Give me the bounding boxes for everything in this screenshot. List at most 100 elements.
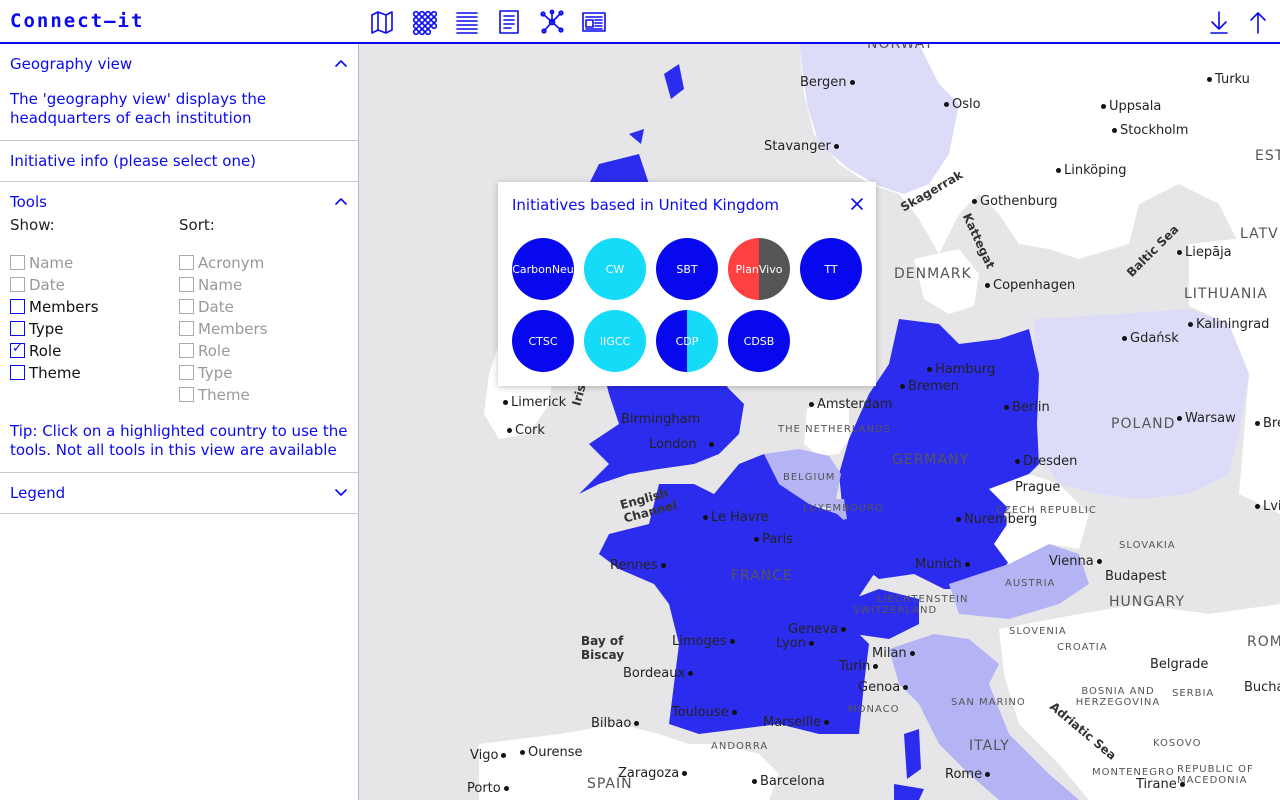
city-label: Zaragoza — [618, 766, 690, 781]
show-option[interactable]: ✓ Role — [10, 341, 61, 362]
download-icon[interactable] — [1206, 9, 1232, 35]
checkbox[interactable]: ✓ — [10, 341, 25, 358]
sort-option[interactable]: Members — [179, 320, 268, 340]
initiative-bubble[interactable]: IIGCC — [584, 310, 646, 372]
initiative-bubble[interactable]: CTSC — [512, 310, 574, 372]
city-label: Vigo — [470, 748, 509, 763]
chevron-up-icon[interactable] — [334, 56, 348, 70]
sort-option[interactable]: Theme — [179, 386, 250, 406]
country-label: SWITZERLAND — [853, 605, 938, 616]
initiative-section: Initiative info (please select one) — [0, 141, 358, 182]
country-label: EST — [1255, 148, 1280, 164]
initiative-bubble[interactable]: CDP — [656, 310, 718, 372]
checkbox[interactable] — [10, 321, 25, 336]
country-label: NORWAY — [867, 44, 934, 52]
checkbox[interactable] — [179, 277, 194, 292]
tools-body: Show: Sort: Name Date Members Type ✓ Role… — [0, 216, 358, 472]
geography-section: Geography view The 'geography view' disp… — [0, 44, 358, 141]
checkbox[interactable] — [10, 299, 25, 314]
checkbox[interactable] — [179, 343, 194, 358]
country-label: ROMA — [1247, 634, 1280, 650]
document-icon[interactable] — [496, 9, 522, 35]
sort-option[interactable]: Acronym — [179, 254, 264, 274]
city-label: Vienna — [1049, 554, 1105, 569]
sidebar: Geography view The 'geography view' disp… — [0, 44, 359, 800]
country-label: DENMARK — [894, 266, 972, 282]
city-label: Bilbao — [591, 716, 642, 731]
city-label: Ourense — [517, 745, 583, 760]
checkbox[interactable] — [179, 299, 194, 314]
sort-option[interactable]: Name — [179, 276, 242, 296]
city-label: Turku — [1204, 72, 1250, 87]
show-option[interactable]: Members — [10, 298, 99, 318]
newspaper-icon[interactable] — [581, 9, 607, 35]
checkbox[interactable] — [10, 277, 25, 292]
chevron-up-icon[interactable] — [334, 194, 348, 208]
checkbox[interactable] — [10, 365, 25, 380]
checkbox[interactable] — [179, 365, 194, 380]
sort-option[interactable]: Date — [179, 298, 234, 318]
popup-title: Initiatives based in United Kingdom — [512, 196, 779, 214]
map-icon[interactable] — [369, 9, 395, 35]
country-label: GERMANY — [892, 452, 970, 468]
legend-section: Legend — [0, 473, 358, 514]
bubble-label: PlanVivo — [735, 262, 783, 276]
geography-header[interactable]: Geography view — [0, 44, 358, 84]
initiative-bubble[interactable]: CDSB — [728, 310, 790, 372]
city-label: Berlin — [1001, 400, 1050, 415]
country-label: SLOVENIA — [1009, 626, 1067, 637]
city-label: Amsterdam — [806, 397, 892, 412]
city-label: Belgrade — [1150, 657, 1209, 672]
initiative-header[interactable]: Initiative info (please select one) — [0, 141, 358, 181]
network-icon[interactable] — [539, 9, 565, 35]
upload-icon[interactable] — [1245, 9, 1271, 35]
city-label: Lyon — [776, 636, 817, 651]
close-icon[interactable] — [850, 196, 864, 210]
show-option[interactable]: Type — [10, 320, 63, 340]
tools-tip: Tip: Click on a highlighted country to u… — [10, 422, 348, 459]
list-icon[interactable] — [454, 9, 480, 35]
sort-option[interactable]: Type — [179, 364, 232, 384]
country-label: LITHUANIA — [1184, 286, 1269, 302]
city-label: Uppsala — [1098, 99, 1161, 114]
show-option[interactable]: Date — [10, 276, 65, 296]
city-label: Budapest — [1105, 569, 1167, 584]
checkbox[interactable] — [179, 321, 194, 336]
city-label: Limoges — [672, 634, 738, 649]
city-label: Brest — [1252, 416, 1280, 431]
geography-label: Geography view — [10, 55, 133, 73]
checkbox[interactable] — [179, 255, 194, 270]
map-canvas[interactable]: Skagerrak Kattegat Baltic Sea English Ch… — [359, 44, 1280, 800]
city-label: Geneva — [788, 622, 849, 637]
city-label: Hamburg — [924, 362, 995, 377]
city-label: Oslo — [941, 97, 981, 112]
initiative-label: Initiative info (please select one) — [10, 152, 257, 170]
legend-header[interactable]: Legend — [0, 473, 358, 513]
grid-icon[interactable] — [411, 9, 437, 35]
chevron-down-icon[interactable] — [334, 485, 348, 499]
geography-description: The 'geography view' displays the headqu… — [10, 90, 267, 127]
country-label: SLOVAKIA — [1119, 540, 1176, 551]
city-label: Kaliningrad — [1185, 317, 1269, 332]
checkbox[interactable] — [179, 387, 194, 402]
app-title: Connect—it — [10, 10, 145, 32]
country-label: SAN MARINO — [951, 697, 1026, 708]
initiative-bubble[interactable]: TT — [800, 238, 862, 300]
initiative-bubble[interactable]: SBT — [656, 238, 718, 300]
city-label: Warsaw — [1174, 411, 1236, 426]
show-label: Show: — [10, 216, 55, 234]
country-label: MONACO — [848, 704, 900, 715]
city-label: Stavanger — [764, 139, 842, 154]
show-option[interactable]: Theme — [10, 364, 81, 384]
initiative-bubble[interactable]: CW — [584, 238, 646, 300]
country-label: FRANCE — [731, 568, 793, 584]
show-option[interactable]: Name — [10, 254, 73, 274]
city-label: Birmingham — [621, 412, 701, 427]
sort-option[interactable]: Role — [179, 342, 230, 362]
city-label: Munich — [915, 557, 973, 572]
city-label: Limerick — [500, 395, 566, 410]
initiative-bubble[interactable]: PlanVivo — [728, 238, 790, 300]
city-label: Toulouse — [672, 705, 740, 720]
initiative-bubble[interactable]: CarbonNeu — [512, 238, 574, 300]
checkbox[interactable] — [10, 255, 25, 270]
